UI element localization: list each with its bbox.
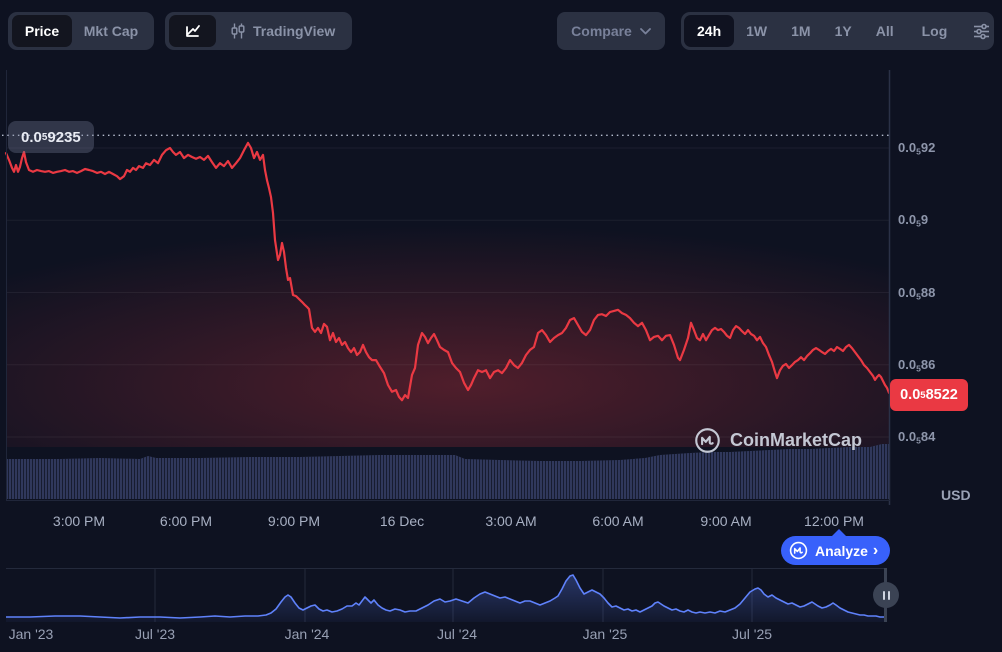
- range-button-all[interactable]: All: [864, 23, 906, 39]
- tab-price[interactable]: Price: [12, 15, 72, 47]
- x-axis-tick: 16 Dec: [357, 513, 447, 529]
- compare-label: Compare: [571, 23, 632, 39]
- tab-mkt-cap[interactable]: Mkt Cap: [84, 23, 138, 39]
- navigator-handle[interactable]: [873, 582, 899, 608]
- analyze-label: Analyze: [815, 543, 868, 559]
- y-axis-tick: 0.059: [898, 211, 928, 229]
- coinmarketcap-watermark: CoinMarketCap: [694, 427, 862, 454]
- range-button-24h[interactable]: 24h: [684, 15, 734, 47]
- range-button-1w[interactable]: 1W: [734, 23, 779, 39]
- chart-style-toggle: TradingView: [165, 12, 352, 50]
- y-axis-tick: 0.0586: [898, 356, 935, 374]
- y-axis-tick: 0.0584: [898, 428, 935, 446]
- navigator-axis-label: Jul '24: [412, 626, 502, 642]
- currency-label: USD: [941, 487, 971, 503]
- x-axis-tick: 12:00 PM: [789, 513, 879, 529]
- x-axis-tick: 9:00 AM: [681, 513, 771, 529]
- y-axis-tick: 0.0592: [898, 139, 935, 157]
- chart-settings-button[interactable]: [963, 22, 1000, 41]
- watermark-text: CoinMarketCap: [730, 430, 862, 451]
- navigator-axis-label: Jan '25: [560, 626, 650, 642]
- tradingview-mode-button[interactable]: TradingView: [230, 22, 335, 40]
- range-button-1y[interactable]: 1Y: [823, 23, 864, 39]
- price-chart-page: Price Mkt Cap TradingView Compare 24h1W1…: [0, 0, 1002, 652]
- navigator-axis-label: Jul '23: [110, 626, 200, 642]
- navigator-axis-label: Jan '24: [262, 626, 352, 642]
- tradingview-label: TradingView: [253, 23, 335, 39]
- log-scale-toggle[interactable]: Log: [910, 23, 960, 39]
- range-buttons: 24h1W1M1YAll: [684, 15, 906, 47]
- analyze-button[interactable]: Analyze ›: [781, 536, 890, 565]
- x-axis-tick: 6:00 PM: [141, 513, 231, 529]
- navigator-axis-label: Jan '23: [0, 626, 76, 642]
- range-button-1m[interactable]: 1M: [779, 23, 822, 39]
- time-range-selector: 24h1W1M1YAll Log: [681, 12, 994, 50]
- candlestick-icon: [230, 22, 246, 40]
- navigator-axis-label: Jul '25: [707, 626, 797, 642]
- sliders-icon: [972, 22, 991, 41]
- price-mktcap-toggle: Price Mkt Cap: [8, 12, 154, 50]
- chevron-right-icon: ›: [873, 542, 878, 560]
- compare-button[interactable]: Compare: [557, 12, 665, 50]
- line-chart-icon: [184, 22, 202, 40]
- x-axis-tick: 9:00 PM: [249, 513, 339, 529]
- current-price-badge: 0.058522: [890, 379, 968, 411]
- coinmarketcap-logo-icon: [694, 427, 721, 454]
- x-axis-tick: 3:00 PM: [34, 513, 124, 529]
- x-axis-tick: 6:00 AM: [573, 513, 663, 529]
- x-axis-tick: 3:00 AM: [466, 513, 556, 529]
- timeline-navigator[interactable]: [6, 568, 886, 622]
- coinmarketcap-logo-icon: [789, 541, 808, 560]
- y-axis-tick: 0.0588: [898, 284, 935, 302]
- line-chart-mode-button[interactable]: [169, 15, 216, 47]
- chevron-down-icon: [640, 28, 651, 35]
- high-price-label: 0.059235: [8, 121, 94, 153]
